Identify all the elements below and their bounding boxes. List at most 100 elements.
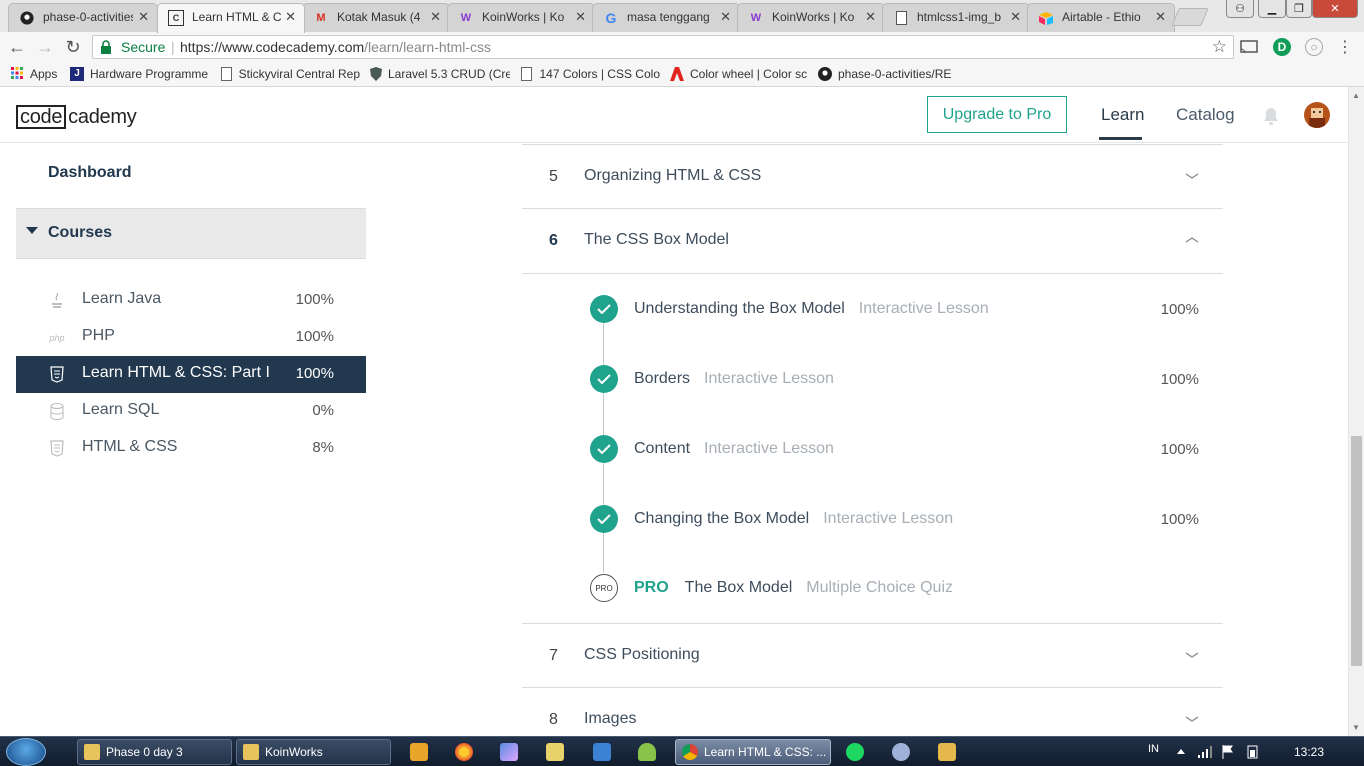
close-window-icon[interactable]: ✕ xyxy=(1312,0,1358,18)
codecademy-logo[interactable]: code cademy xyxy=(16,104,137,129)
chevron-down-icon[interactable] xyxy=(1185,171,1199,181)
lesson-row-pro[interactable]: PRO PRO The Box Model Multiple Choice Quiz xyxy=(522,568,1223,608)
github-icon xyxy=(818,67,832,81)
gmail-icon: M xyxy=(316,12,326,24)
upgrade-to-pro-button[interactable]: Upgrade to Pro xyxy=(927,96,1067,133)
scroll-up-arrow-icon[interactable]: ▲ xyxy=(1352,91,1360,100)
koinworks-icon: W xyxy=(460,12,472,24)
chevron-up-icon[interactable] xyxy=(1185,235,1199,245)
spotify-icon[interactable] xyxy=(846,743,864,761)
taskbar-task[interactable]: Phase 0 day 3 xyxy=(77,739,232,765)
browser-tab[interactable]: htmlcss1-img_b ✕ xyxy=(882,3,1030,32)
bookmark-star-icon[interactable]: ☆ xyxy=(1212,37,1227,57)
course-item[interactable]: Learn SQL 0% xyxy=(16,393,366,430)
close-tab-icon[interactable]: ✕ xyxy=(285,9,296,25)
tray-expand-icon[interactable] xyxy=(1176,747,1186,755)
signal-icon[interactable] xyxy=(1198,746,1212,758)
course-item[interactable]: HTML & CSS 8% xyxy=(16,430,366,467)
menu-dots-icon[interactable]: ⋮ xyxy=(1336,38,1354,56)
maximize-window-icon[interactable]: ❐ xyxy=(1286,0,1312,18)
unit-row[interactable]: 7 CSS Positioning xyxy=(522,623,1223,688)
android-icon[interactable] xyxy=(638,743,656,761)
lesson-row[interactable]: Content Interactive Lesson 100% xyxy=(522,429,1223,469)
close-tab-icon[interactable]: ✕ xyxy=(430,9,441,25)
sublime-icon[interactable] xyxy=(410,743,428,761)
close-tab-icon[interactable]: ✕ xyxy=(575,9,586,25)
chevron-down-icon[interactable] xyxy=(1185,714,1199,724)
bookmark-item[interactable]: Laravel 5.3 CRUD (Cre xyxy=(370,67,510,81)
extension-circle-icon[interactable]: ○ xyxy=(1305,38,1323,56)
firefox-icon[interactable] xyxy=(455,743,473,761)
bookmark-item[interactable]: phase-0-activities/RE xyxy=(818,67,958,81)
battery-icon[interactable] xyxy=(1246,745,1260,759)
windows-taskbar: Phase 0 day 3 KoinWorks Learn HTML & CSS… xyxy=(0,736,1364,766)
new-tab-button[interactable] xyxy=(1171,8,1209,26)
apps-grid-icon xyxy=(10,67,24,81)
browser-tab[interactable]: M Kotak Masuk (4 ✕ xyxy=(302,3,450,32)
page-icon xyxy=(520,67,533,81)
cast-icon[interactable] xyxy=(1240,38,1258,56)
lesson-row[interactable]: Changing the Box Model Interactive Lesson… xyxy=(522,499,1223,539)
unit-row[interactable]: 5 Organizing HTML & CSS xyxy=(522,144,1223,209)
taskbar-task-active[interactable]: Learn HTML & CSS: ... xyxy=(675,739,831,765)
reload-icon[interactable]: ↻ xyxy=(62,36,84,58)
bookmark-item[interactable]: J Hardware Programme xyxy=(70,67,210,81)
unit-row[interactable]: 8 Images xyxy=(522,688,1223,736)
page-scrollbar[interactable]: ▲ ▼ xyxy=(1348,87,1364,736)
forward-arrow-icon[interactable]: → xyxy=(34,36,56,58)
extension-d-icon[interactable]: D xyxy=(1273,38,1291,56)
browser-tab[interactable]: W KoinWorks | Ko ✕ xyxy=(447,3,595,32)
bell-icon[interactable] xyxy=(1262,106,1280,126)
bookmark-item[interactable]: Stickyviral Central Rep xyxy=(220,67,360,81)
course-item[interactable]: Learn Java 100% xyxy=(16,282,366,319)
keyboard-icon[interactable] xyxy=(593,743,611,761)
bookmark-item[interactable]: 147 Colors | CSS Colo xyxy=(520,67,660,81)
scroll-down-arrow-icon[interactable]: ▼ xyxy=(1352,723,1360,732)
close-tab-icon[interactable]: ✕ xyxy=(1155,9,1166,25)
address-bar[interactable]: Secure | https://www.codecademy.com/lear… xyxy=(92,35,1234,59)
checkmark-icon xyxy=(590,295,618,323)
language-indicator[interactable]: IN xyxy=(1148,743,1159,755)
bookmark-apps[interactable]: Apps xyxy=(10,67,70,81)
lesson-row[interactable]: Understanding the Box Model Interactive L… xyxy=(522,289,1223,329)
nav-catalog[interactable]: Catalog xyxy=(1176,105,1235,125)
user-profile-icon[interactable]: ⚇ xyxy=(1226,0,1254,18)
url-text: https://www.codecademy.com/learn/learn-h… xyxy=(180,39,491,55)
flag-icon[interactable] xyxy=(1222,745,1234,759)
course-item-selected[interactable]: Learn HTML & CSS: Part I 100% xyxy=(16,356,366,393)
course-item[interactable]: php PHP 100% xyxy=(16,319,366,356)
close-tab-icon[interactable]: ✕ xyxy=(1010,9,1021,25)
adobe-icon xyxy=(670,67,684,81)
back-arrow-icon[interactable]: ← xyxy=(6,36,28,58)
nav-learn[interactable]: Learn xyxy=(1101,105,1144,125)
taskbar-task[interactable]: KoinWorks xyxy=(236,739,391,765)
dashboard-link[interactable]: Dashboard xyxy=(48,164,132,182)
browser-toolbar: ← → ↻ Secure | https://www.codecademy.co… xyxy=(0,32,1364,62)
airtable-icon xyxy=(1038,10,1054,26)
browser-tab[interactable]: W KoinWorks | Ko ✕ xyxy=(737,3,885,32)
browser-tab[interactable]: phase-0-activities ✕ xyxy=(8,3,158,32)
app-window-icon[interactable] xyxy=(938,743,956,761)
close-tab-icon[interactable]: ✕ xyxy=(720,9,731,25)
notes-icon[interactable] xyxy=(546,743,564,761)
lesson-row[interactable]: Borders Interactive Lesson 100% xyxy=(522,359,1223,399)
close-tab-icon[interactable]: ✕ xyxy=(138,9,149,25)
caret-down-icon xyxy=(26,227,38,234)
unit-row-expanded[interactable]: 6 The CSS Box Model xyxy=(522,209,1223,274)
browser-tab-active[interactable]: C Learn HTML & CSS ✕ xyxy=(157,3,305,33)
chrome-icon xyxy=(682,744,698,760)
start-button-icon[interactable] xyxy=(6,738,46,766)
app-icon[interactable] xyxy=(500,743,518,761)
minimize-window-icon[interactable]: ▁ xyxy=(1258,0,1286,18)
user-avatar[interactable] xyxy=(1304,102,1330,128)
folder-icon xyxy=(243,744,259,760)
scrollbar-thumb[interactable] xyxy=(1351,436,1362,666)
chevron-down-icon[interactable] xyxy=(1185,650,1199,660)
close-tab-icon[interactable]: ✕ xyxy=(865,9,876,25)
network-app-icon[interactable] xyxy=(892,743,910,761)
page-icon xyxy=(220,67,233,81)
browser-tab[interactable]: Airtable - Ethio ✕ xyxy=(1027,3,1175,32)
browser-tab[interactable]: G masa tenggang ✕ xyxy=(592,3,740,32)
courses-section-toggle[interactable]: Courses xyxy=(16,208,366,259)
bookmark-item[interactable]: Color wheel | Color sc xyxy=(670,67,810,81)
